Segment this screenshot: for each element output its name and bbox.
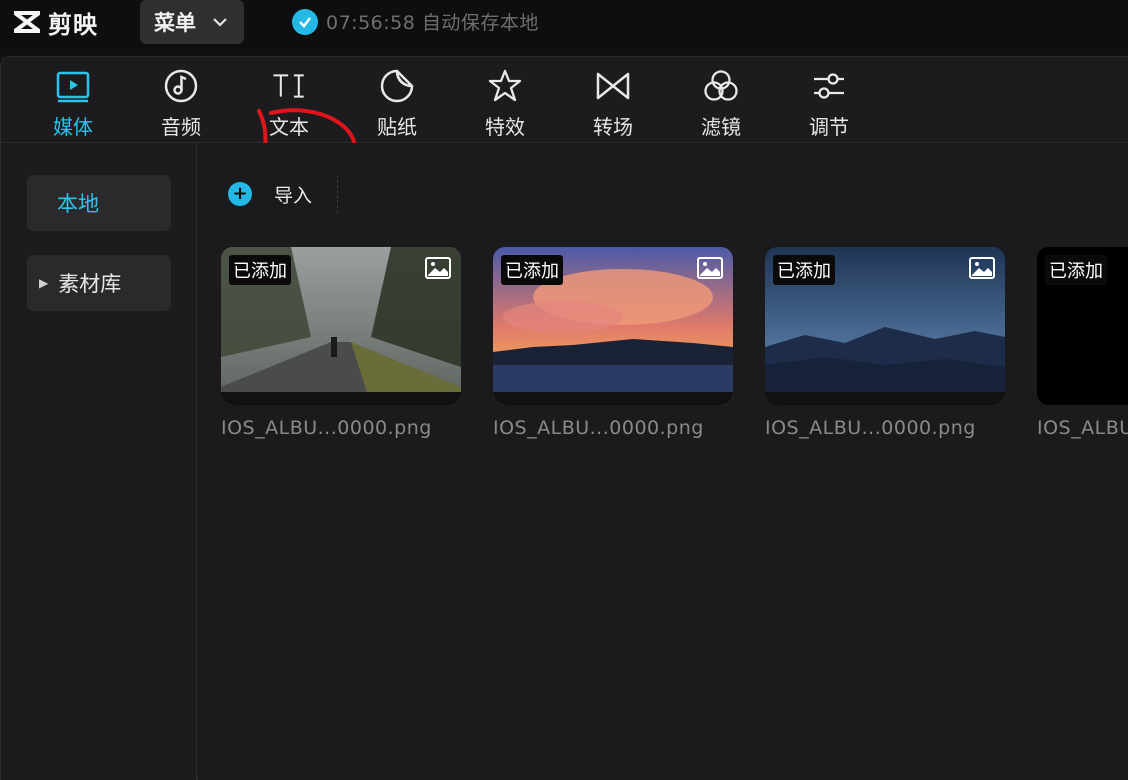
media-card[interactable]: 已添加 IOS_ALBU...0000.png: [221, 247, 461, 439]
sidebar: 本地 ▶ 素材库: [1, 143, 197, 780]
filter-circles-icon: [704, 70, 738, 101]
media-filename: IOS_ALBU...0000.png: [221, 417, 432, 439]
image-type-icon: [697, 257, 723, 279]
autosave-status: 07:56:58 自动保存本地: [292, 8, 539, 35]
app-name: 剪映: [48, 10, 98, 39]
tab-adjust[interactable]: 调节: [789, 67, 869, 141]
chevron-down-icon: [213, 18, 227, 27]
media-play-icon: [56, 71, 90, 103]
app-logo: 剪映: [12, 6, 98, 39]
import-button[interactable]: + 导入: [220, 175, 338, 213]
added-badge: 已添加: [229, 255, 291, 285]
import-label: 导入: [274, 184, 313, 207]
tab-audio[interactable]: 音频: [141, 67, 221, 141]
media-thumbnail[interactable]: 已添加: [765, 247, 1005, 405]
check-circle-icon: [292, 8, 318, 35]
resource-toolbar: 媒体 音频 文本 贴纸 特效 转场 滤镜 调节: [1, 57, 1128, 143]
title-bar: 剪映 菜单 07:56:58 自动保存本地: [0, 0, 1128, 48]
media-thumbnail[interactable]: 已添加: [221, 247, 461, 405]
tab-text-label: 文本: [269, 115, 309, 139]
autosave-text: 07:56:58 自动保存本地: [326, 12, 539, 34]
added-badge: 已添加: [501, 255, 563, 285]
media-filename: IOS_ALBU...0000.png: [493, 417, 704, 439]
sticker-icon: [380, 69, 414, 103]
media-filename: IOS_ALBU: [1037, 417, 1128, 439]
tab-media[interactable]: 媒体: [33, 67, 113, 141]
music-note-icon: [164, 69, 198, 103]
menu-button[interactable]: 菜单: [140, 0, 244, 44]
tab-text[interactable]: 文本: [249, 67, 329, 141]
text-ti-icon: [273, 74, 304, 98]
menu-button-label: 菜单: [154, 11, 196, 35]
sidebar-item-library[interactable]: ▶ 素材库: [27, 255, 171, 311]
added-badge: 已添加: [1045, 255, 1107, 285]
adjust-sliders-icon: [814, 73, 844, 99]
media-content: + 导入 已添加 IOS_ALBU...0000.png 已添加 IOS_ALB…: [198, 143, 1128, 780]
tab-media-label: 媒体: [53, 115, 93, 139]
media-panel: 媒体 音频 文本 贴纸 特效 转场 滤镜 调节 本地 ▶ 素材库 + 导入 已添…: [0, 56, 1128, 780]
tab-filter[interactable]: 滤镜: [681, 67, 761, 141]
sidebar-item-label: 本地: [57, 192, 99, 216]
tab-sticker[interactable]: 贴纸: [357, 67, 437, 141]
tab-filter-label: 滤镜: [701, 115, 741, 139]
tab-audio-label: 音频: [161, 115, 201, 139]
tab-transition-label: 转场: [593, 115, 633, 139]
sidebar-item-local[interactable]: 本地: [27, 175, 171, 231]
image-type-icon: [969, 257, 995, 279]
capcut-logo-icon: [13, 11, 41, 33]
image-type-icon: [425, 257, 451, 279]
added-badge: 已添加: [773, 255, 835, 285]
plus-circle-icon: +: [228, 182, 252, 206]
transition-bowtie-icon: [596, 72, 630, 100]
media-filename: IOS_ALBU...0000.png: [765, 417, 976, 439]
media-card[interactable]: 已添加 IOS_ALBU...0000.png: [493, 247, 733, 439]
tab-sticker-label: 贴纸: [377, 115, 417, 139]
media-card[interactable]: 已添加 IOS_ALBU: [1037, 247, 1128, 439]
media-thumbnail[interactable]: 已添加: [1037, 247, 1128, 405]
star-effect-icon: [488, 69, 522, 102]
media-thumbnail[interactable]: 已添加: [493, 247, 733, 405]
tab-effects-label: 特效: [485, 115, 525, 139]
tab-transition[interactable]: 转场: [573, 67, 653, 141]
caret-right-icon: ▶: [39, 276, 49, 290]
sidebar-item-label: 素材库: [58, 272, 122, 296]
media-card[interactable]: 已添加 IOS_ALBU...0000.png: [765, 247, 1005, 439]
tab-adjust-label: 调节: [809, 115, 849, 139]
tab-effects[interactable]: 特效: [465, 67, 545, 141]
